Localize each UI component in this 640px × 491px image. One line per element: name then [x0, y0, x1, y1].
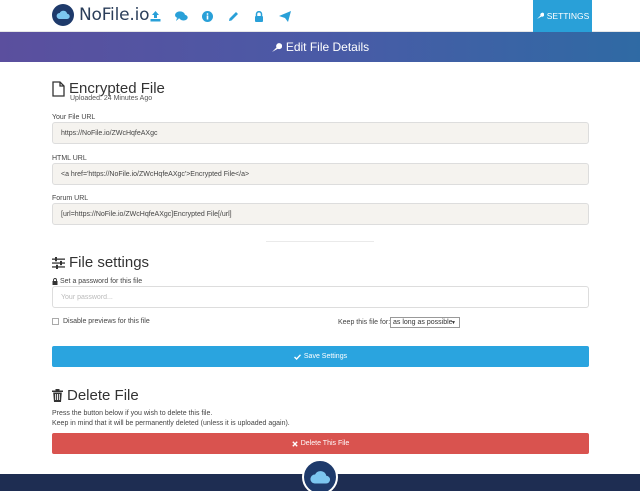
keep-duration-select[interactable]: as long as possible ▼: [390, 317, 460, 328]
wrench-icon: [271, 42, 282, 52]
file-url-label: Your File URL: [52, 114, 96, 121]
settings-title: File settings: [52, 254, 149, 271]
html-url-value: <a href='https://NoFile.io/ZWcHqfeAXgc'>…: [61, 170, 250, 178]
delete-file-label: Delete This File: [300, 440, 350, 447]
settings-label: SETTINGS: [546, 11, 590, 21]
footer-cloud-logo-icon: [302, 459, 338, 491]
forum-url-value: [url=https://NoFile.io/ZWcHqfeAXgc]Encry…: [61, 210, 232, 218]
file-url-field[interactable]: https://NoFile.io/ZWcHqfeAXgc: [52, 122, 589, 144]
delete-title: Delete File: [52, 387, 139, 404]
trash-icon: [52, 389, 63, 402]
forum-url-label: Forum URL: [52, 195, 89, 202]
html-url-label: HTML URL: [52, 155, 87, 162]
comments-icon[interactable]: [174, 9, 188, 23]
uploaded-time: Uploaded: 24 Minutes Ago: [70, 95, 153, 102]
keep-duration-value: as long as possible: [393, 319, 453, 326]
page-banner: Edit File Details: [0, 32, 640, 62]
settings-button[interactable]: SETTINGS: [533, 0, 592, 32]
delete-instruction-2: Keep in mind that it will be permanently…: [52, 420, 290, 427]
nav-icon-bar: [148, 9, 304, 23]
check-icon: [293, 353, 301, 360]
settings-title-text: File settings: [69, 254, 150, 271]
cloud-logo-icon: [52, 4, 74, 26]
info-icon[interactable]: [200, 9, 214, 23]
top-navbar: NoFile.io SETTINGS: [0, 0, 640, 32]
delete-title-text: Delete File: [67, 387, 139, 404]
close-icon: [292, 440, 298, 447]
keep-duration-label: Keep this file for:: [338, 319, 391, 326]
section-divider: [266, 241, 374, 242]
lock-icon: [52, 278, 58, 285]
password-label: Set a password for this file: [52, 278, 142, 285]
delete-instruction-1: Press the button below if you wish to de…: [52, 410, 213, 417]
password-input[interactable]: [61, 293, 580, 301]
disable-previews-checkbox[interactable]: [52, 318, 59, 325]
password-field[interactable]: [52, 286, 589, 308]
file-icon: [52, 80, 65, 97]
brand[interactable]: NoFile.io: [52, 4, 149, 26]
forum-url-field[interactable]: [url=https://NoFile.io/ZWcHqfeAXgc]Encry…: [52, 203, 589, 225]
brand-name: NoFile.io: [79, 5, 150, 25]
pencil-icon[interactable]: [226, 9, 240, 23]
select-arrow-icon: ▼: [451, 320, 456, 326]
paper-plane-icon[interactable]: [278, 9, 292, 23]
delete-file-button[interactable]: Delete This File: [52, 433, 589, 454]
save-settings-label: Save Settings: [303, 353, 348, 360]
upload-icon[interactable]: [148, 9, 162, 23]
file-url-value: https://NoFile.io/ZWcHqfeAXgc: [61, 129, 158, 137]
page-title: Edit File Details: [285, 40, 370, 54]
wrench-icon: [536, 12, 544, 19]
disable-previews-label: Disable previews for this file: [63, 318, 150, 325]
password-label-text: Set a password for this file: [60, 278, 143, 285]
disable-previews-row[interactable]: Disable previews for this file: [52, 318, 150, 325]
save-settings-button[interactable]: Save Settings: [52, 346, 589, 367]
html-url-field[interactable]: <a href='https://NoFile.io/ZWcHqfeAXgc'>…: [52, 163, 589, 185]
lock-icon[interactable]: [252, 9, 266, 23]
sliders-icon: [52, 256, 65, 269]
